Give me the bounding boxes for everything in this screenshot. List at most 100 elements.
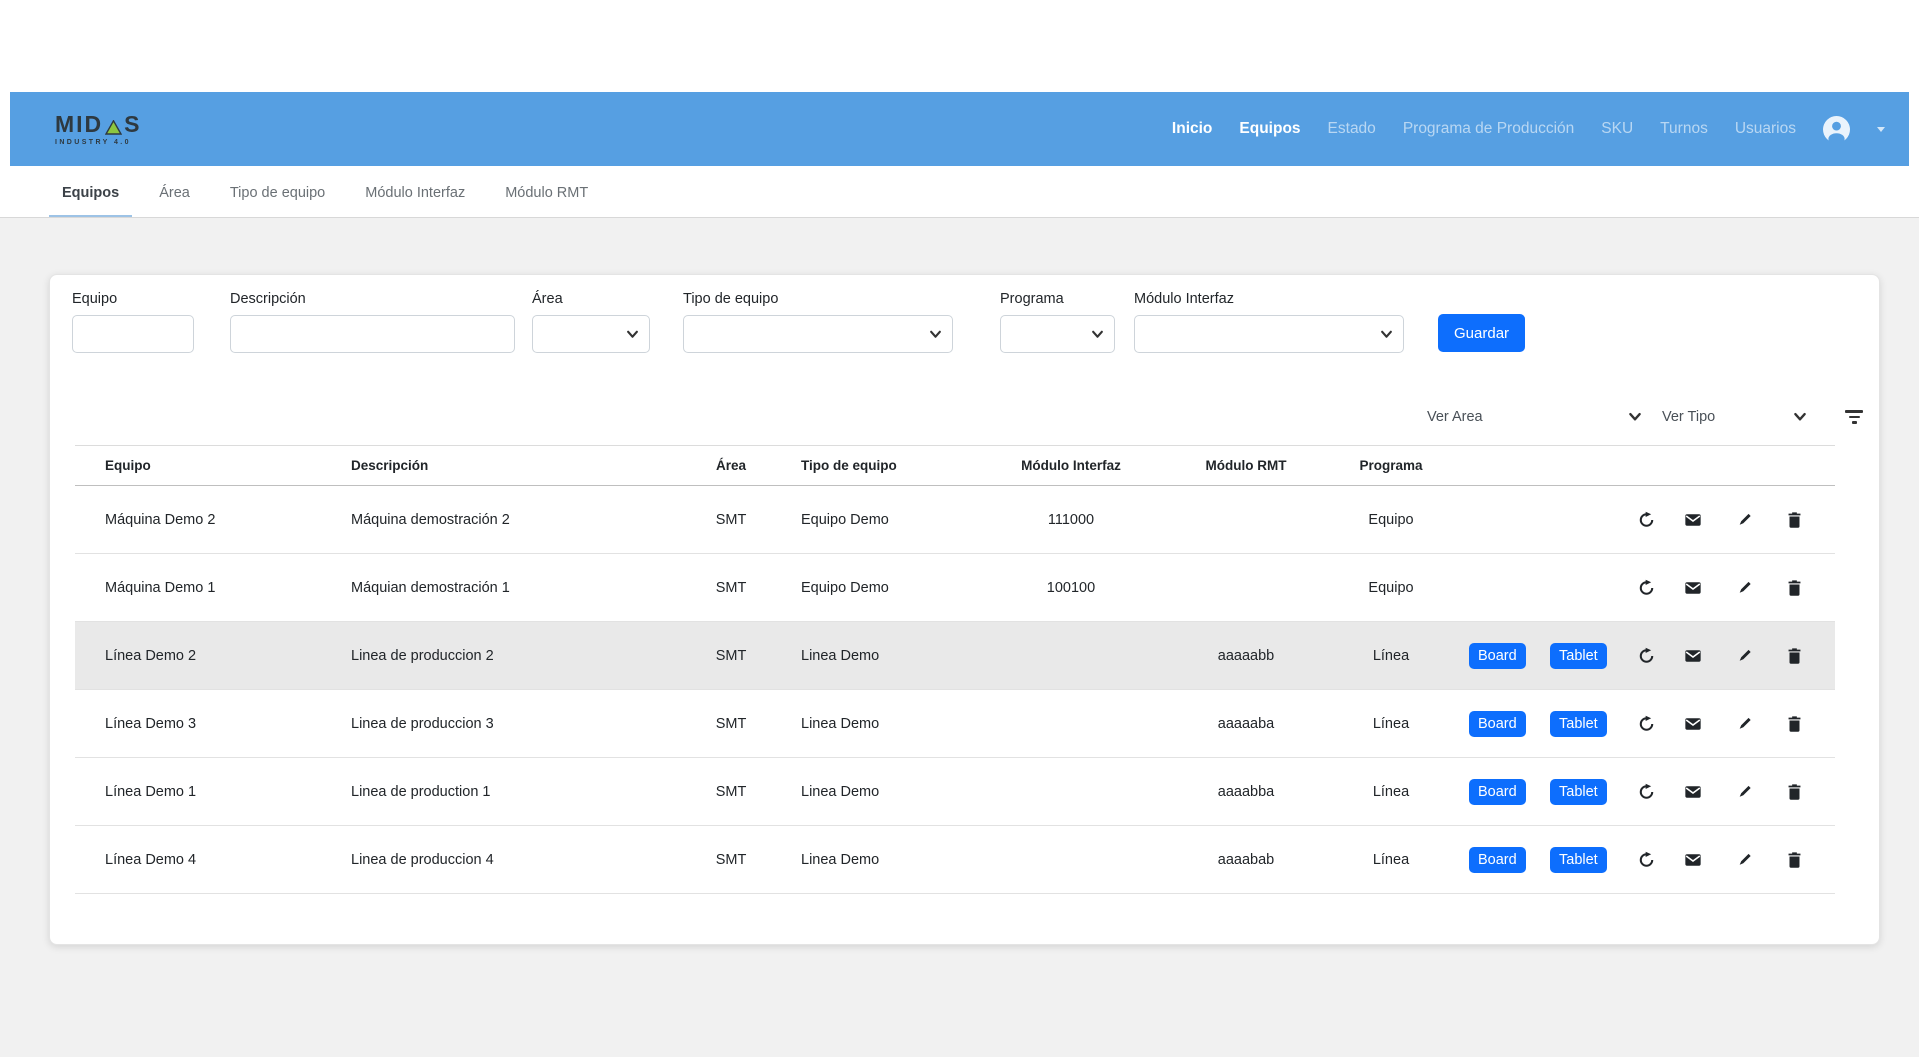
cell-modulo-rmt: aaaabba (1161, 758, 1331, 826)
modulo-interfaz-select[interactable] (1134, 315, 1404, 353)
mail-icon[interactable] (1682, 511, 1704, 528)
cell-tipo: Equipo Demo (781, 554, 981, 622)
edit-pencil-icon[interactable] (1733, 647, 1755, 664)
brand-text-post: S (124, 113, 141, 136)
cell-descripcion: Máquina demostración 2 (331, 486, 681, 554)
ver-area-select[interactable]: Ver Area (1427, 409, 1642, 425)
programa-field: Programa (1000, 291, 1115, 353)
refresh-icon[interactable] (1635, 715, 1657, 732)
cell-area: SMT (681, 826, 781, 894)
table-row[interactable]: Línea Demo 4 Linea de produccion 4 SMT L… (75, 826, 1835, 894)
tab-area[interactable]: Área (146, 185, 203, 217)
nav-item-usuarios[interactable]: Usuarios (1735, 120, 1796, 138)
delete-trash-icon[interactable] (1783, 715, 1805, 732)
list-controls: Ver Area Ver Tipo (1427, 403, 1863, 431)
cell-area: SMT (681, 622, 781, 690)
refresh-icon[interactable] (1635, 647, 1657, 664)
tab-modulo-interfaz[interactable]: Módulo Interfaz (352, 185, 478, 217)
table-row[interactable]: Línea Demo 2 Linea de produccion 2 SMT L… (75, 622, 1835, 690)
cell-tipo: Linea Demo (781, 758, 981, 826)
edit-pencil-icon[interactable] (1733, 715, 1755, 732)
cell-equipo: Línea Demo 3 (75, 690, 331, 758)
nav-item-turnos[interactable]: Turnos (1660, 120, 1708, 138)
cell-modulo-rmt: aaaaabb (1161, 622, 1331, 690)
refresh-icon[interactable] (1635, 783, 1657, 800)
cell-area: SMT (681, 690, 781, 758)
board-button[interactable]: Board (1469, 847, 1526, 873)
user-menu-caret-icon[interactable] (1877, 127, 1885, 132)
programa-select[interactable] (1000, 315, 1115, 353)
cell-modulo-interfaz (981, 758, 1161, 826)
table-row[interactable]: Máquina Demo 2 Máquina demostración 2 SM… (75, 486, 1835, 554)
tipo-de-equipo-label: Tipo de equipo (683, 291, 953, 307)
edit-pencil-icon[interactable] (1733, 851, 1755, 868)
mail-icon[interactable] (1682, 851, 1704, 868)
cell-descripcion: Linea de produccion 2 (331, 622, 681, 690)
nav-item-inicio[interactable]: Inicio (1172, 120, 1212, 138)
chevron-down-icon (1380, 328, 1393, 341)
table-row[interactable]: Línea Demo 1 Linea de production 1 SMT L… (75, 758, 1835, 826)
tab-modulo-rmt[interactable]: Módulo RMT (492, 185, 601, 217)
tablet-button[interactable]: Tablet (1550, 711, 1607, 737)
cell-actions (1451, 486, 1835, 554)
cell-area: SMT (681, 486, 781, 554)
edit-pencil-icon[interactable] (1733, 579, 1755, 596)
delete-trash-icon[interactable] (1783, 783, 1805, 800)
edit-pencil-icon[interactable] (1733, 511, 1755, 528)
cell-actions: Board Tablet (1451, 690, 1835, 758)
cell-descripcion: Linea de produccion 4 (331, 826, 681, 894)
filter-icon[interactable] (1845, 410, 1863, 424)
cell-modulo-interfaz: 100100 (981, 554, 1161, 622)
descripcion-input[interactable] (230, 315, 515, 353)
ver-tipo-select[interactable]: Ver Tipo (1662, 409, 1807, 425)
cell-area: SMT (681, 554, 781, 622)
refresh-icon[interactable] (1635, 579, 1657, 596)
refresh-icon[interactable] (1635, 511, 1657, 528)
guardar-button[interactable]: Guardar (1438, 314, 1525, 352)
main-area: Equipo Descripción Área Tipo de equipo P… (0, 218, 1919, 1057)
tab-tipo-de-equipo[interactable]: Tipo de equipo (217, 185, 338, 217)
tablet-button[interactable]: Tablet (1550, 847, 1607, 873)
brand-tagline: INDUSTRY 4.0 (55, 139, 142, 146)
mail-icon[interactable] (1682, 647, 1704, 664)
board-button[interactable]: Board (1469, 711, 1526, 737)
modulo-interfaz-label: Módulo Interfaz (1134, 291, 1404, 307)
mail-icon[interactable] (1682, 579, 1704, 596)
nav-item-sku[interactable]: SKU (1601, 120, 1633, 138)
modulo-interfaz-field: Módulo Interfaz (1134, 291, 1404, 353)
brand-triangle-icon (105, 120, 122, 135)
brand-logo[interactable]: MID S INDUSTRY 4.0 (55, 113, 142, 146)
equipo-input[interactable] (72, 315, 194, 353)
board-button[interactable]: Board (1469, 779, 1526, 805)
delete-trash-icon[interactable] (1783, 851, 1805, 868)
brand-text-pre: MID (55, 113, 103, 136)
cell-descripcion: Linea de produccion 3 (331, 690, 681, 758)
chevron-down-icon (929, 328, 942, 341)
cell-modulo-rmt: aaaabab (1161, 826, 1331, 894)
mail-icon[interactable] (1682, 715, 1704, 732)
nav-item-equipos[interactable]: Equipos (1239, 120, 1300, 138)
cell-programa: Línea (1331, 690, 1451, 758)
user-avatar-icon[interactable] (1823, 116, 1850, 143)
area-select[interactable] (532, 315, 650, 353)
delete-trash-icon[interactable] (1783, 579, 1805, 596)
tablet-button[interactable]: Tablet (1550, 643, 1607, 669)
col-modulo-interfaz: Módulo Interfaz (981, 446, 1161, 486)
delete-trash-icon[interactable] (1783, 511, 1805, 528)
cell-tipo: Equipo Demo (781, 486, 981, 554)
refresh-icon[interactable] (1635, 851, 1657, 868)
nav-item-programa-de-produccion[interactable]: Programa de Producción (1403, 120, 1574, 138)
edit-pencil-icon[interactable] (1733, 783, 1755, 800)
delete-trash-icon[interactable] (1783, 647, 1805, 664)
table-row[interactable]: Línea Demo 3 Linea de produccion 3 SMT L… (75, 690, 1835, 758)
col-descripcion: Descripción (331, 446, 681, 486)
programa-label: Programa (1000, 291, 1115, 307)
chevron-down-icon (1091, 328, 1104, 341)
mail-icon[interactable] (1682, 783, 1704, 800)
nav-item-estado[interactable]: Estado (1328, 120, 1376, 138)
table-row[interactable]: Máquina Demo 1 Máquian demostración 1 SM… (75, 554, 1835, 622)
tipo-de-equipo-select[interactable] (683, 315, 953, 353)
board-button[interactable]: Board (1469, 643, 1526, 669)
tablet-button[interactable]: Tablet (1550, 779, 1607, 805)
tab-equipos[interactable]: Equipos (49, 185, 132, 217)
